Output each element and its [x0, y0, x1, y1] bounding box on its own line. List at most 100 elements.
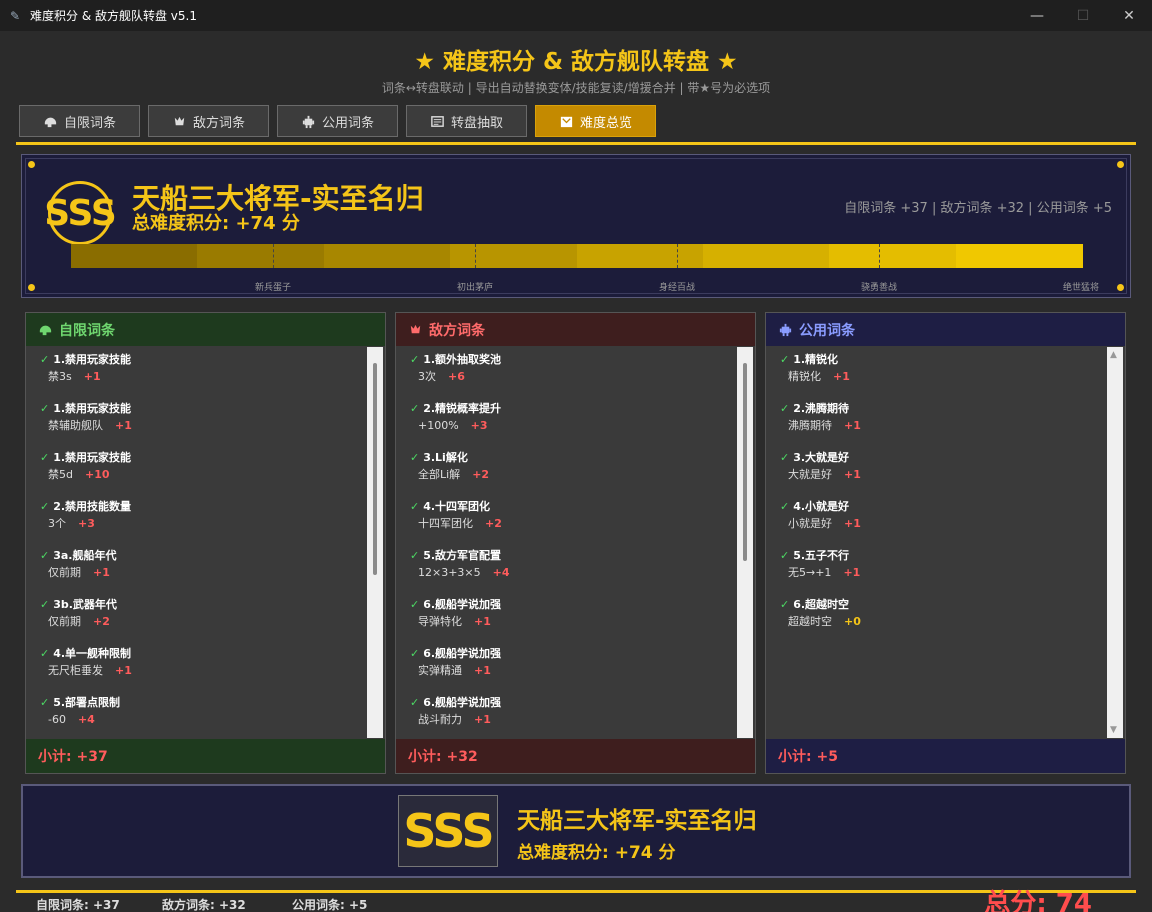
- check-icon: ✓: [780, 598, 790, 611]
- item-name: ✓ 1.精锐化: [780, 352, 850, 368]
- tab-wheel-draw[interactable]: 转盘抽取: [406, 105, 527, 137]
- check-icon: ✓: [780, 549, 790, 562]
- minimize-button[interactable]: —: [1014, 0, 1060, 31]
- list-item[interactable]: ✓ 3b.武器年代 仅前期 +2: [40, 597, 117, 637]
- item-name-text: 2.精锐概率提升: [423, 402, 502, 415]
- close-button[interactable]: ✕: [1106, 0, 1152, 31]
- item-value-text: 3次: [418, 370, 436, 383]
- item-name-text: 3b.武器年代: [53, 598, 117, 611]
- panel-header: 敌方词条: [396, 313, 755, 346]
- tab-bar: 自限词条 敌方词条 公用词条 转盘抽取 难度总览: [19, 105, 656, 137]
- item-value: 无5→+1 +1: [788, 564, 860, 582]
- title-bar: ✎ 难度积分 & 敌方舰队转盘 v5.1 — ☐ ✕: [0, 0, 1152, 31]
- list-item[interactable]: ✓ 2.沸腾期待 沸腾期待 +1: [780, 401, 861, 441]
- item-value-text: 禁3s: [48, 370, 72, 383]
- panel-title: 敌方词条: [429, 322, 485, 339]
- maximize-button[interactable]: ☐: [1060, 0, 1106, 31]
- item-value: +100% +3: [418, 417, 501, 435]
- list-item[interactable]: ✓ 2.精锐概率提升 +100% +3: [410, 401, 501, 441]
- tab-enemy[interactable]: 敌方词条: [148, 105, 269, 137]
- bar-segment: [71, 244, 199, 268]
- divider: [16, 890, 1136, 893]
- list-item[interactable]: ✓ 6.舰船学说加强 实弹精通 +1: [410, 646, 501, 686]
- list-item[interactable]: ✓ 4.十四军团化 十四军团化 +2: [410, 499, 502, 539]
- scrollbar-thumb[interactable]: [373, 363, 377, 575]
- item-value-text: 12×3+3×5: [418, 566, 481, 579]
- item-value-text: 战斗耐力: [418, 713, 462, 726]
- robot-icon: [302, 115, 315, 128]
- corner-dot: [28, 161, 35, 168]
- subtotal-text: 小计: +5: [778, 749, 838, 765]
- item-name-text: 4.十四军团化: [423, 500, 491, 513]
- item-name: ✓ 2.禁用技能数量: [40, 499, 131, 515]
- scrollbar[interactable]: [367, 347, 383, 738]
- list-item[interactable]: ✓ 3.大就是好 大就是好 +1: [780, 450, 861, 490]
- item-value-text: 禁辅助舰队: [48, 419, 103, 432]
- scrollbar[interactable]: ▲ ▼: [1107, 347, 1123, 738]
- item-name: ✓ 2.精锐概率提升: [410, 401, 501, 417]
- panel-header: 公用词条: [766, 313, 1125, 346]
- item-name: ✓ 6.舰船学说加强: [410, 646, 501, 662]
- tab-common[interactable]: 公用词条: [277, 105, 398, 137]
- panel-subtotal: 小计: +37: [26, 739, 385, 773]
- list-item[interactable]: ✓ 6.舰船学说加强 战斗耐力 +1: [410, 695, 501, 735]
- panel-list[interactable]: ✓ 1.禁用玩家技能 禁3s +1 ✓ 1.禁用玩家技能 禁辅助舰队 +1 ✓ 1.禁用玩家技能禁…: [26, 346, 385, 739]
- panel-list[interactable]: ✓ 1.额外抽取奖池 3次 +6 ✓ 2.精锐概率提升 +100% +3 ✓ 3.Li解化 全部Li…: [396, 346, 755, 739]
- item-points: +4: [77, 713, 95, 726]
- item-value: 小就是好 +1: [788, 515, 861, 533]
- scrollbar-thumb[interactable]: [743, 363, 747, 561]
- list-item[interactable]: ✓ 4.小就是好 小就是好 +1: [780, 499, 861, 539]
- check-icon: ✓: [780, 353, 790, 366]
- bar-tick: [677, 244, 678, 268]
- item-name: ✓ 4.单一舰种限制: [40, 646, 132, 662]
- check-icon: ✓: [410, 451, 420, 464]
- item-points: +1: [844, 419, 861, 432]
- item-name-text: 4.单一舰种限制: [53, 647, 132, 660]
- list-item[interactable]: ✓ 3a.舰船年代 仅前期 +1: [40, 548, 116, 588]
- item-points: +1: [474, 664, 491, 677]
- app-window: ✎ 难度积分 & 敌方舰队转盘 v5.1 — ☐ ✕ ★ 难度积分 & 敌方舰队…: [0, 0, 1152, 912]
- item-name: ✓ 1.禁用玩家技能: [40, 352, 131, 368]
- tier-label: 新兵蛋子: [254, 283, 292, 293]
- item-value: 3个 +3: [48, 515, 131, 533]
- list-item[interactable]: ✓ 1.禁用玩家技能 禁辅助舰队 +1: [40, 401, 132, 441]
- tab-self-limits[interactable]: 自限词条: [19, 105, 140, 137]
- bar-segment: [829, 244, 957, 268]
- item-value: 精锐化 +1: [788, 368, 850, 386]
- status-bar: 自限词条: +37 敌方词条: +32 公用词条: +5: [0, 896, 1152, 912]
- item-points: +4: [492, 566, 510, 579]
- item-name-text: 4.小就是好: [793, 500, 850, 513]
- list-item[interactable]: ✓ 6.超越时空 超越时空 +0: [780, 597, 861, 637]
- list-item[interactable]: ✓ 3.Li解化 全部Li解 +2: [410, 450, 489, 490]
- list-item[interactable]: ✓ 1.额外抽取奖池 3次 +6: [410, 352, 501, 392]
- scroll-up-icon[interactable]: ▲: [1110, 350, 1117, 360]
- tier-label: 初出茅庐: [456, 283, 494, 293]
- list-item[interactable]: ✓ 1.精锐化 精锐化 +1: [780, 352, 850, 392]
- list-item[interactable]: ✓ 5.五子不行 无5→+1 +1: [780, 548, 860, 588]
- check-icon: ✓: [780, 402, 790, 415]
- item-value: 仅前期 +2: [48, 613, 117, 631]
- item-name: ✓ 1.禁用玩家技能: [40, 401, 132, 417]
- item-value-text: 仅前期: [48, 566, 81, 579]
- list-item[interactable]: ✓ 1.禁用玩家技能 禁3s +1: [40, 352, 131, 392]
- tab-difficulty-overview[interactable]: 难度总览: [535, 105, 656, 137]
- scrollbar[interactable]: [737, 347, 753, 738]
- helmet-icon: [44, 117, 57, 127]
- item-name-text: 1.禁用玩家技能: [53, 353, 132, 366]
- item-value-text: 精锐化: [788, 370, 821, 383]
- panel-common: 公用词条 ✓ 1.精锐化 精锐化 +1 ✓ 2.沸腾期待 沸腾期待 +1 ✓ 3.大就是好 大就是好 +…: [765, 312, 1126, 774]
- panel-list[interactable]: ✓ 1.精锐化 精锐化 +1 ✓ 2.沸腾期待 沸腾期待 +1 ✓ 3.大就是好 大就是好 +1 ✓ 4.…: [766, 346, 1125, 739]
- bar-tick: [475, 244, 476, 268]
- check-icon: ✓: [410, 500, 420, 513]
- bar-segment: [323, 244, 452, 268]
- list-item[interactable]: ✓ 2.禁用技能数量 3个 +3: [40, 499, 131, 539]
- list-item[interactable]: ✓ 1.禁用玩家技能 禁5d +10: [40, 450, 131, 490]
- item-value: 导弹特化 +1: [418, 613, 501, 631]
- item-value: 禁5d +10: [48, 466, 131, 484]
- check-icon: ✓: [40, 647, 50, 660]
- list-item[interactable]: ✓ 5.部署点限制 -60 +4: [40, 695, 120, 735]
- scroll-down-icon[interactable]: ▼: [1110, 725, 1117, 735]
- list-item[interactable]: ✓ 5.敌方军官配置 12×3+3×5 +4: [410, 548, 510, 588]
- list-item[interactable]: ✓ 6.舰船学说加强 导弹特化 +1: [410, 597, 501, 637]
- list-item[interactable]: ✓ 4.单一舰种限制 无尺柜垂发 +1: [40, 646, 132, 686]
